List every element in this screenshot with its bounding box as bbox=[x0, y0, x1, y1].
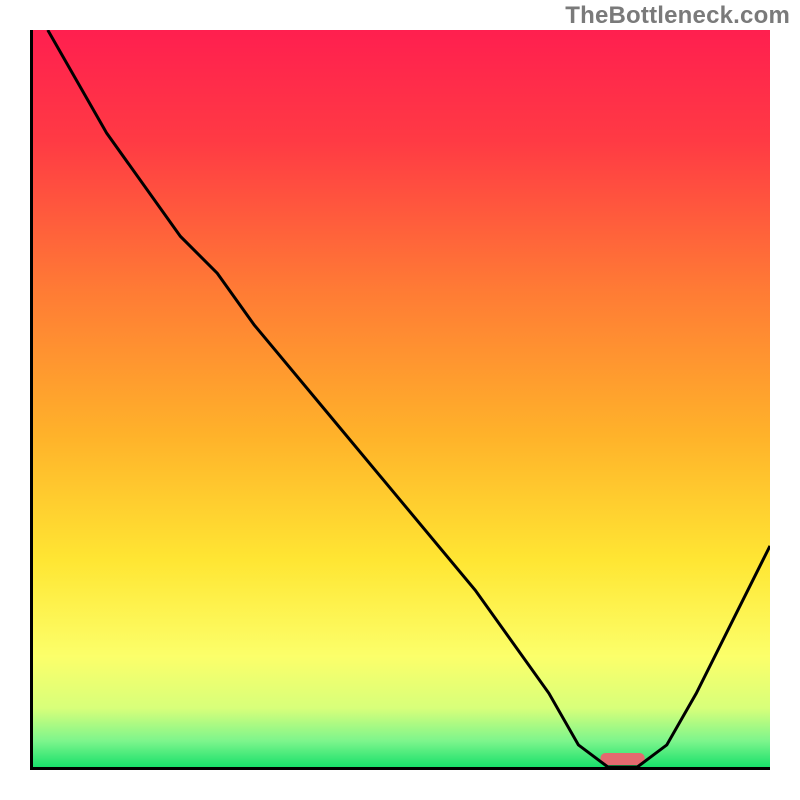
bottleneck-chart bbox=[30, 30, 770, 770]
watermark-text: TheBottleneck.com bbox=[565, 2, 790, 30]
optimum-marker bbox=[600, 753, 644, 765]
chart-svg bbox=[33, 30, 770, 767]
chart-background bbox=[33, 30, 770, 767]
chart-frame: TheBottleneck.com bbox=[0, 0, 800, 800]
